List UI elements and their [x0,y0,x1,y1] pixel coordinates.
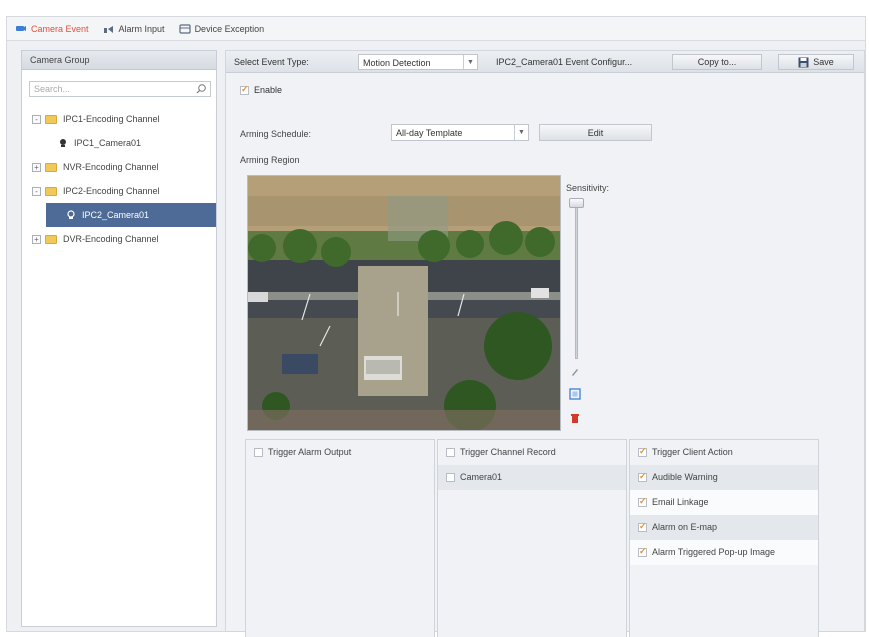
option-label: Audible Warning [652,472,718,482]
trigger-client-action-option[interactable]: Trigger Client Action [630,440,818,465]
tree-node-label: IPC1_Camera01 [74,138,142,148]
event-toolbar: Select Event Type: Motion Detection ▼ IP… [226,51,864,73]
arming-schedule-select[interactable]: All-day Template ▼ [391,124,529,141]
camera-icon [58,138,68,148]
option-label: Trigger Alarm Output [268,447,352,457]
tab-device-exception[interactable]: Device Exception [171,17,271,41]
folder-icon [45,114,57,124]
option-label: Alarm Triggered Pop-up Image [652,547,776,557]
tree-node-label: DVR-Encoding Channel [63,234,159,244]
tree-node-ipc2-camera01[interactable]: IPC2_Camera01 [46,203,216,227]
tree-node-label: IPC1-Encoding Channel [63,114,160,124]
edit-label: Edit [587,127,604,138]
arming-schedule-value: All-day Template [396,128,463,138]
audible-warning-checkbox[interactable] [638,471,647,482]
camera01-record-option[interactable]: Camera01 [438,465,626,490]
event-config-panel: Select Event Type: Motion Detection ▼ IP… [225,50,865,637]
sensitivity-label: Sensitivity: [566,183,610,193]
camera-tree: - IPC1-Encoding Channel IPC1_Camera01 + … [28,107,216,251]
arming-region-label: Arming Region [240,155,300,165]
trigger-alarm-output-checkbox[interactable] [254,447,263,457]
tree-node-ipc1-encoding-channel[interactable]: - IPC1-Encoding Channel [28,107,216,131]
tab-alarm-input-label: Alarm Input [118,23,165,34]
trigger-channel-record-checkbox[interactable] [446,447,455,457]
tree-node-dvr-encoding-channel[interactable]: + DVR-Encoding Channel [28,227,216,251]
tree-node-nvr-encoding-channel[interactable]: + NVR-Encoding Channel [28,155,216,179]
email-linkage-checkbox[interactable] [638,496,647,507]
alarm-popup-image-option[interactable]: Alarm Triggered Pop-up Image [630,540,818,565]
camera-group-title: Camera Group [22,51,216,70]
tree-node-label: IPC2_Camera01 [82,210,150,220]
camera-group-panel: Camera Group Search... - IPC1-Encoding C… [21,50,217,627]
save-button[interactable]: Save [778,54,854,70]
full-screen-region-icon[interactable] [568,387,582,401]
event-type-label: Select Event Type: [234,57,309,67]
camera-search-input[interactable]: Search... [29,81,211,97]
save-label: Save [813,57,834,67]
tab-device-exception-label: Device Exception [194,23,265,34]
enable-checkbox[interactable]: Enable [240,84,283,95]
tree-node-label: NVR-Encoding Channel [63,162,159,172]
alarm-on-emap-checkbox[interactable] [638,521,647,532]
copy-to-button[interactable]: Copy to... [672,54,762,70]
folder-icon [45,186,57,196]
trigger-alarm-output-option[interactable]: Trigger Alarm Output [246,440,434,465]
option-label: Alarm on E-map [652,522,718,532]
draw-pen-icon[interactable] [568,365,582,379]
sensitivity-slider-handle[interactable] [569,198,584,208]
tab-camera-event[interactable]: Camera Event [7,17,95,41]
camera-view-image [248,176,560,430]
audible-warning-option[interactable]: Audible Warning [630,465,818,490]
config-title: IPC2_Camera01 Event Configur... [496,57,633,67]
enable-label: Enable [254,85,283,95]
save-icon [798,57,809,68]
alarm-popup-image-checkbox[interactable] [638,546,647,557]
arming-schedule-label: Arming Schedule: [240,129,312,139]
alarm-input-icon [103,23,115,35]
tree-node-ipc1-camera01[interactable]: IPC1_Camera01 [28,131,216,155]
tree-node-label: IPC2-Encoding Channel [63,186,160,196]
option-label: Email Linkage [652,497,709,507]
expand-icon[interactable]: + [32,234,41,244]
camera01-record-checkbox[interactable] [446,472,455,482]
event-type-value: Motion Detection [363,58,431,68]
edit-schedule-button[interactable]: Edit [539,124,652,141]
tab-alarm-input[interactable]: Alarm Input [95,17,171,41]
email-linkage-option[interactable]: Email Linkage [630,490,818,515]
trigger-client-action-checkbox[interactable] [638,446,647,457]
trigger-channel-record-option[interactable]: Trigger Channel Record [438,440,626,465]
enable-checkbox-box[interactable] [240,84,249,95]
chevron-down-icon[interactable]: ▼ [463,55,477,69]
tree-node-ipc2-encoding-channel[interactable]: - IPC2-Encoding Channel [28,179,216,203]
delete-icon[interactable] [568,411,582,425]
camera-event-icon [15,23,27,35]
search-placeholder: Search... [34,84,71,94]
alarm-output-list: Trigger Alarm Output [245,439,435,637]
alarm-on-emap-option[interactable]: Alarm on E-map [630,515,818,540]
tab-bar: Camera Event Alarm Input Device Exceptio… [7,17,865,41]
event-management-window: Camera Event Alarm Input Device Exceptio… [6,16,866,637]
camera-icon [66,210,76,220]
search-icon[interactable] [195,83,208,95]
tab-camera-event-label: Camera Event [31,23,89,34]
event-type-select[interactable]: Motion Detection ▼ [358,54,478,70]
arming-region-video[interactable] [247,175,561,431]
folder-icon [45,234,57,244]
collapse-icon[interactable]: - [32,114,41,124]
copy-to-label: Copy to... [697,57,737,67]
channel-record-list: Trigger Channel Record Camera01 [437,439,627,637]
option-label: Camera01 [460,472,503,482]
sensitivity-slider-track[interactable] [575,199,578,359]
expand-icon[interactable]: + [32,162,41,172]
linkage-action-list: Trigger Client Action Audible Warning Em… [629,439,819,637]
chevron-down-icon[interactable]: ▼ [514,125,528,140]
option-label: Trigger Channel Record [460,447,556,457]
folder-icon [45,162,57,172]
collapse-icon[interactable]: - [32,186,41,196]
device-exception-icon [178,23,191,35]
option-label: Trigger Client Action [652,447,733,457]
